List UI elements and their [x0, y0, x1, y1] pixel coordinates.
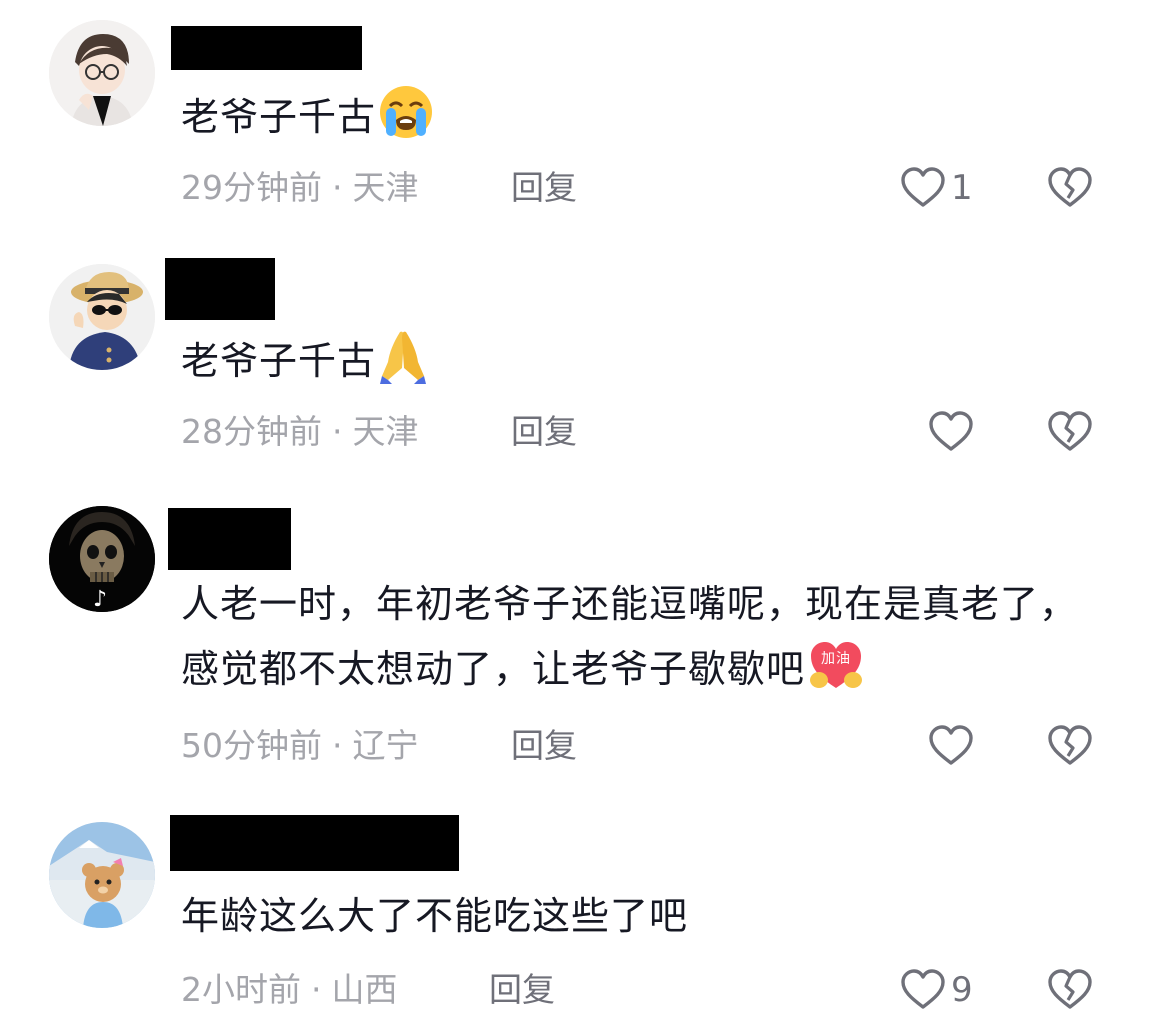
dislike-button[interactable]: [1046, 408, 1094, 456]
svg-text:♪: ♪: [93, 587, 107, 612]
comment-meta: 29分钟前 · 天津: [181, 168, 419, 208]
broken-heart-outline-icon: [1048, 969, 1092, 1009]
comment-text-content: 人老一时，年初老爷子还能逗嘴呢，现在是真老了，感觉都不太想动了，让老爷子歇歇吧: [181, 582, 1079, 691]
comment-meta: 2小时前 · 山西: [181, 970, 398, 1010]
comment-location: 天津: [352, 412, 419, 451]
avatar[interactable]: [49, 264, 155, 370]
reply-button[interactable]: 回复: [511, 412, 577, 452]
comment-location: 山西: [331, 970, 398, 1009]
comment-text-content: 老爷子千古: [181, 339, 377, 383]
meta-separator: ·: [332, 726, 343, 765]
comment-text-content: 年龄这么大了不能吃这些了吧: [181, 894, 689, 938]
username-redaction: [171, 26, 362, 70]
comment-text: 老爷子千古: [181, 328, 1111, 404]
comment-meta: 50分钟前 · 辽宁: [181, 726, 419, 766]
avatar-image: [49, 264, 155, 370]
avatar[interactable]: ♪: [49, 506, 155, 612]
heart-outline-icon: [901, 969, 945, 1009]
heart-outline-icon: [929, 411, 973, 451]
like-count: 1: [951, 168, 973, 208]
comment-location: 辽宁: [352, 726, 419, 765]
username-redaction: [168, 508, 291, 570]
dislike-button[interactable]: [1046, 966, 1094, 1014]
jiayou-heart-icon: 加油: [807, 638, 865, 712]
comment-time: 29分钟前: [181, 168, 322, 207]
broken-heart-outline-icon: [1048, 167, 1092, 207]
username-redaction: [170, 815, 459, 871]
like-count: 9: [951, 970, 973, 1010]
meta-separator: ·: [311, 970, 322, 1009]
heart-outline-icon: [929, 725, 973, 765]
username-redaction: [165, 258, 275, 320]
like-button[interactable]: [927, 408, 979, 456]
loudly-crying-face-icon: [378, 84, 434, 160]
like-button[interactable]: [927, 722, 979, 770]
avatar-image: [49, 822, 155, 928]
dislike-button[interactable]: [1046, 722, 1094, 770]
jiayou-label: 加油: [821, 651, 851, 667]
avatar-image: [49, 20, 155, 126]
like-button[interactable]: 1: [899, 164, 973, 212]
comment-text: 人老一时，年初老爷子还能逗嘴呢，现在是真老了，感觉都不太想动了，让老爷子歇歇吧 …: [181, 572, 1111, 712]
comment-text-content: 老爷子千古: [181, 95, 377, 139]
folded-hands-icon: [378, 328, 428, 404]
reply-button[interactable]: 回复: [489, 970, 555, 1010]
comment-location: 天津: [352, 168, 419, 207]
comment-time: 2小时前: [181, 970, 301, 1009]
reply-button[interactable]: 回复: [511, 726, 577, 766]
heart-outline-icon: [901, 167, 945, 207]
broken-heart-outline-icon: [1048, 725, 1092, 765]
comment-text: 老爷子千古: [181, 84, 1111, 160]
avatar[interactable]: [49, 822, 155, 928]
like-button[interactable]: 9: [899, 966, 973, 1014]
meta-separator: ·: [332, 168, 343, 207]
comment-time: 28分钟前: [181, 412, 322, 451]
dislike-button[interactable]: [1046, 164, 1094, 212]
reply-button[interactable]: 回复: [511, 168, 577, 208]
broken-heart-outline-icon: [1048, 411, 1092, 451]
meta-separator: ·: [332, 412, 343, 451]
avatar[interactable]: [49, 20, 155, 126]
comment-text: 年龄这么大了不能吃这些了吧: [181, 884, 1111, 949]
comment-meta: 28分钟前 · 天津: [181, 412, 419, 452]
avatar-image: ♪: [49, 506, 155, 612]
comment-time: 50分钟前: [181, 726, 322, 765]
